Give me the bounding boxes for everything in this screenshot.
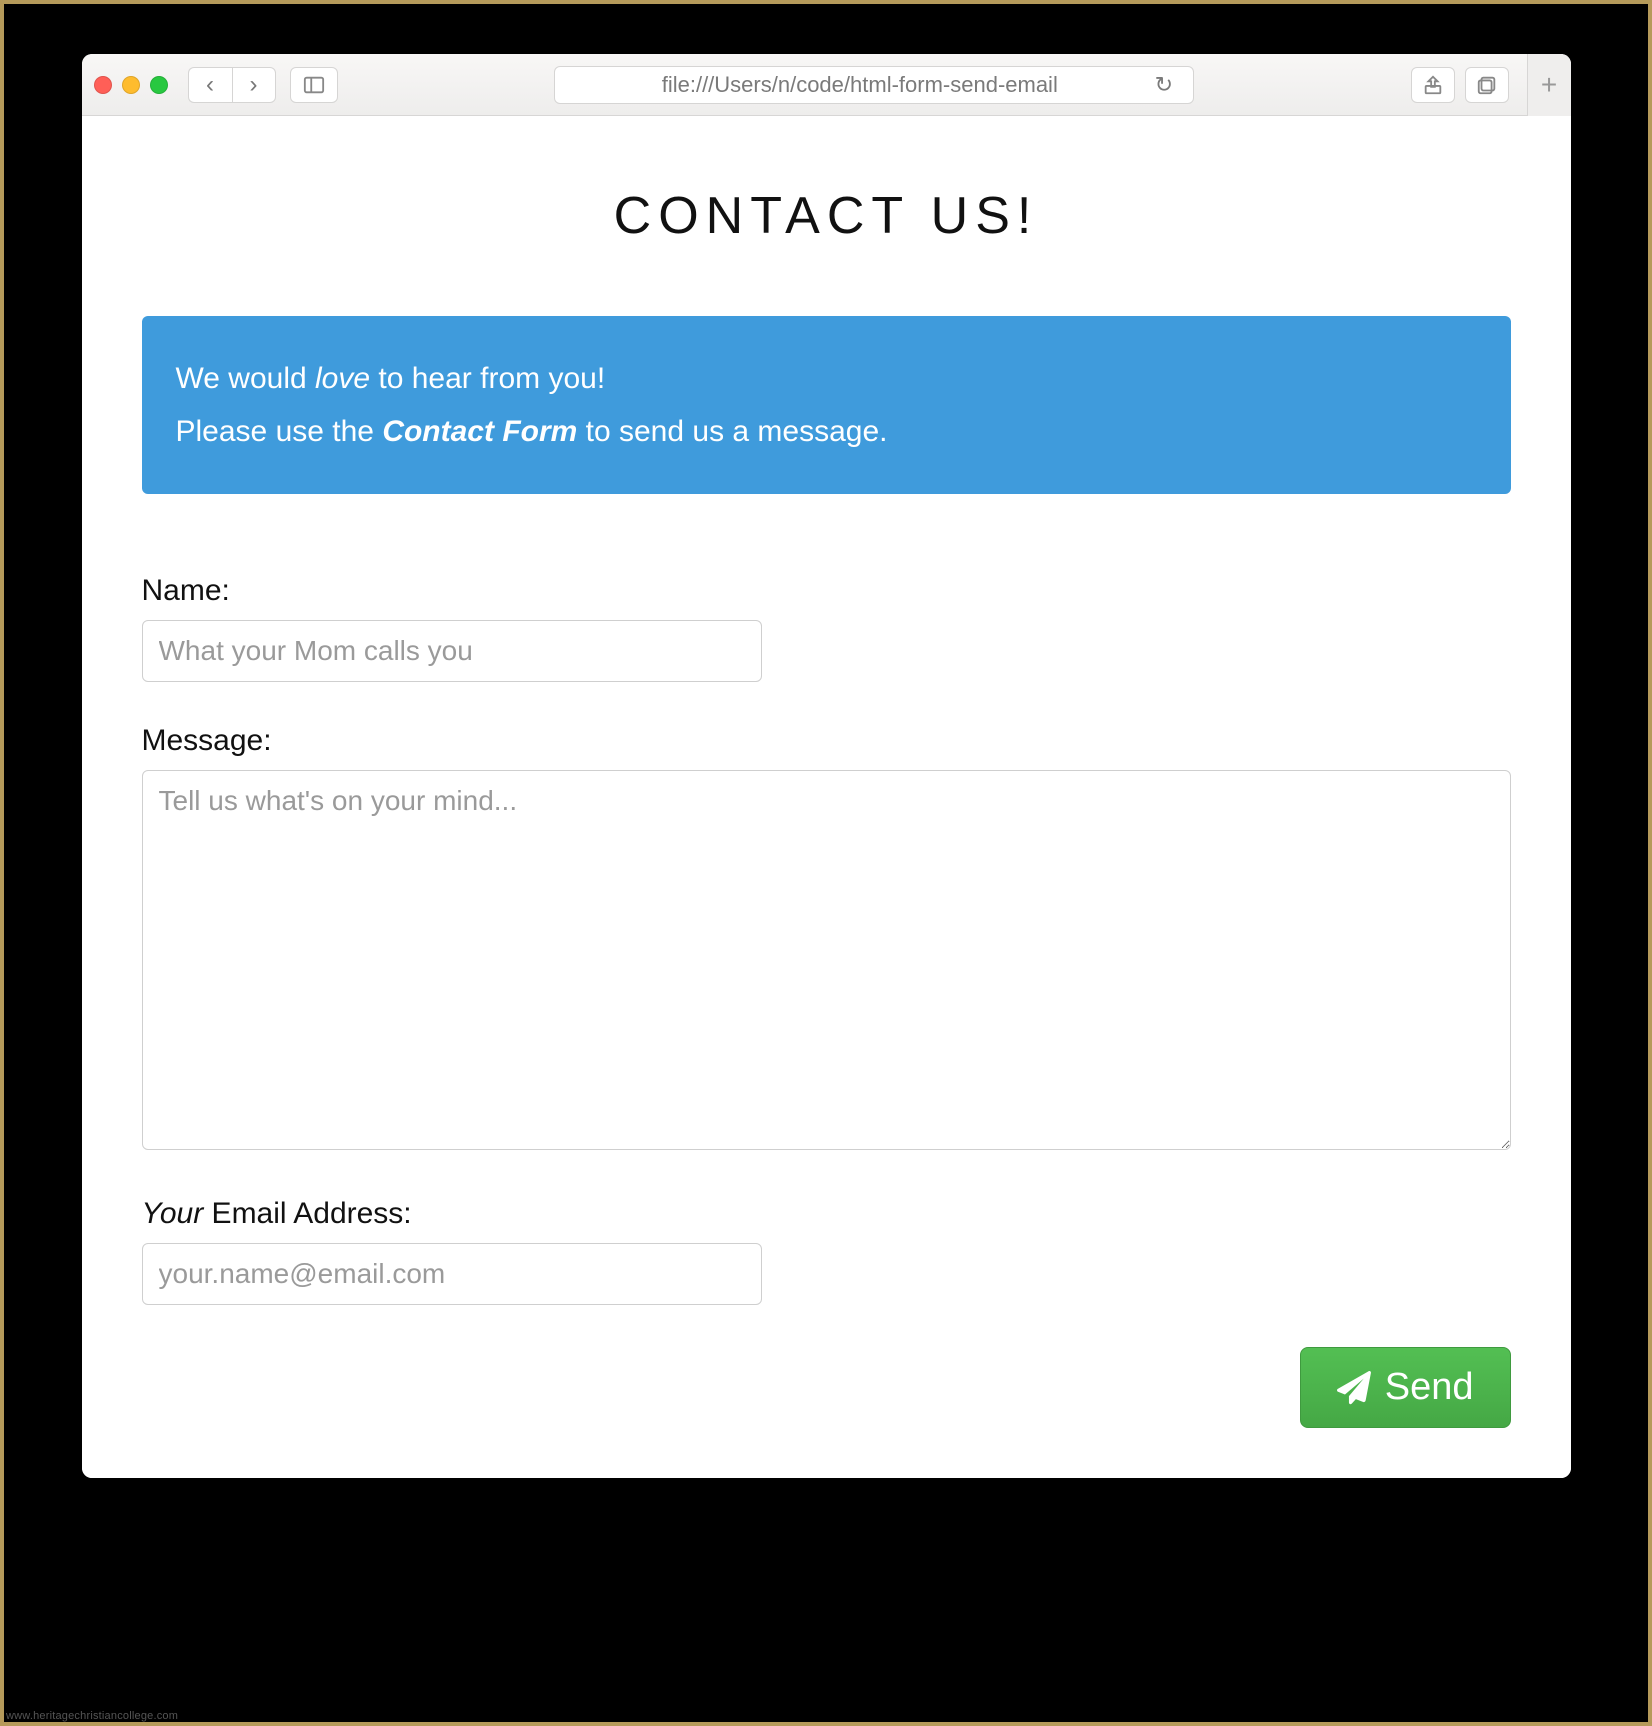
new-tab-button[interactable]: +: [1527, 54, 1571, 116]
banner-text: to send us a message.: [577, 415, 887, 448]
banner-em: love: [315, 362, 370, 395]
toolbar-right: [1411, 67, 1509, 103]
chevron-left-icon: ‹: [206, 71, 214, 99]
chevron-right-icon: ›: [250, 71, 258, 99]
browser-window: ‹ › file:///Users/n/code/html-form-send-…: [82, 54, 1571, 1478]
email-label-rest: Email Address:: [203, 1197, 411, 1230]
page-title: CONTACT US!: [142, 186, 1511, 246]
message-field: Message:: [142, 724, 1511, 1155]
name-input[interactable]: [142, 620, 762, 682]
forward-button[interactable]: ›: [232, 67, 276, 103]
plus-icon: +: [1541, 69, 1557, 101]
banner-text: Please use the: [176, 415, 383, 448]
page-content: CONTACT US! We would love to hear from y…: [82, 116, 1571, 1478]
reload-icon[interactable]: ↻: [1155, 72, 1173, 98]
send-button-label: Send: [1385, 1366, 1474, 1409]
browser-toolbar: ‹ › file:///Users/n/code/html-form-send-…: [82, 54, 1571, 116]
form-actions: Send: [142, 1347, 1511, 1428]
zoom-window-button[interactable]: [150, 76, 168, 94]
sidebar-toggle-button[interactable]: [290, 67, 338, 103]
banner-text: We would: [176, 362, 316, 395]
send-button[interactable]: Send: [1300, 1347, 1511, 1428]
message-textarea[interactable]: [142, 770, 1511, 1150]
window-controls: [94, 76, 168, 94]
paper-plane-icon: [1337, 1371, 1371, 1405]
sidebar-icon: [303, 74, 325, 96]
back-button[interactable]: ‹: [188, 67, 232, 103]
email-label: Your Email Address:: [142, 1197, 1511, 1231]
share-icon: [1422, 74, 1444, 96]
name-field: Name:: [142, 574, 1511, 682]
name-label: Name:: [142, 574, 1511, 608]
email-input[interactable]: [142, 1243, 762, 1305]
watermark-text: www.heritagechristiancollege.com: [6, 1710, 178, 1722]
minimize-window-button[interactable]: [122, 76, 140, 94]
banner-text: to hear from you!: [370, 362, 605, 395]
contact-form: Name: Message: Your Email Address: Sen: [142, 574, 1511, 1428]
info-banner: We would love to hear from you! Please u…: [142, 316, 1511, 494]
tabs-icon: [1476, 74, 1498, 96]
share-button[interactable]: [1411, 67, 1455, 103]
email-field: Your Email Address:: [142, 1197, 1511, 1305]
tabs-button[interactable]: [1465, 67, 1509, 103]
message-label: Message:: [142, 724, 1511, 758]
email-label-em: Your: [142, 1197, 204, 1230]
banner-line-2: Please use the Contact Form to send us a…: [176, 409, 1477, 454]
close-window-button[interactable]: [94, 76, 112, 94]
url-text: file:///Users/n/code/html-form-send-emai…: [575, 72, 1145, 98]
banner-line-1: We would love to hear from you!: [176, 356, 1477, 401]
banner-strong: Contact Form: [382, 415, 577, 448]
nav-buttons: ‹ ›: [188, 67, 276, 103]
address-bar[interactable]: file:///Users/n/code/html-form-send-emai…: [554, 66, 1194, 104]
